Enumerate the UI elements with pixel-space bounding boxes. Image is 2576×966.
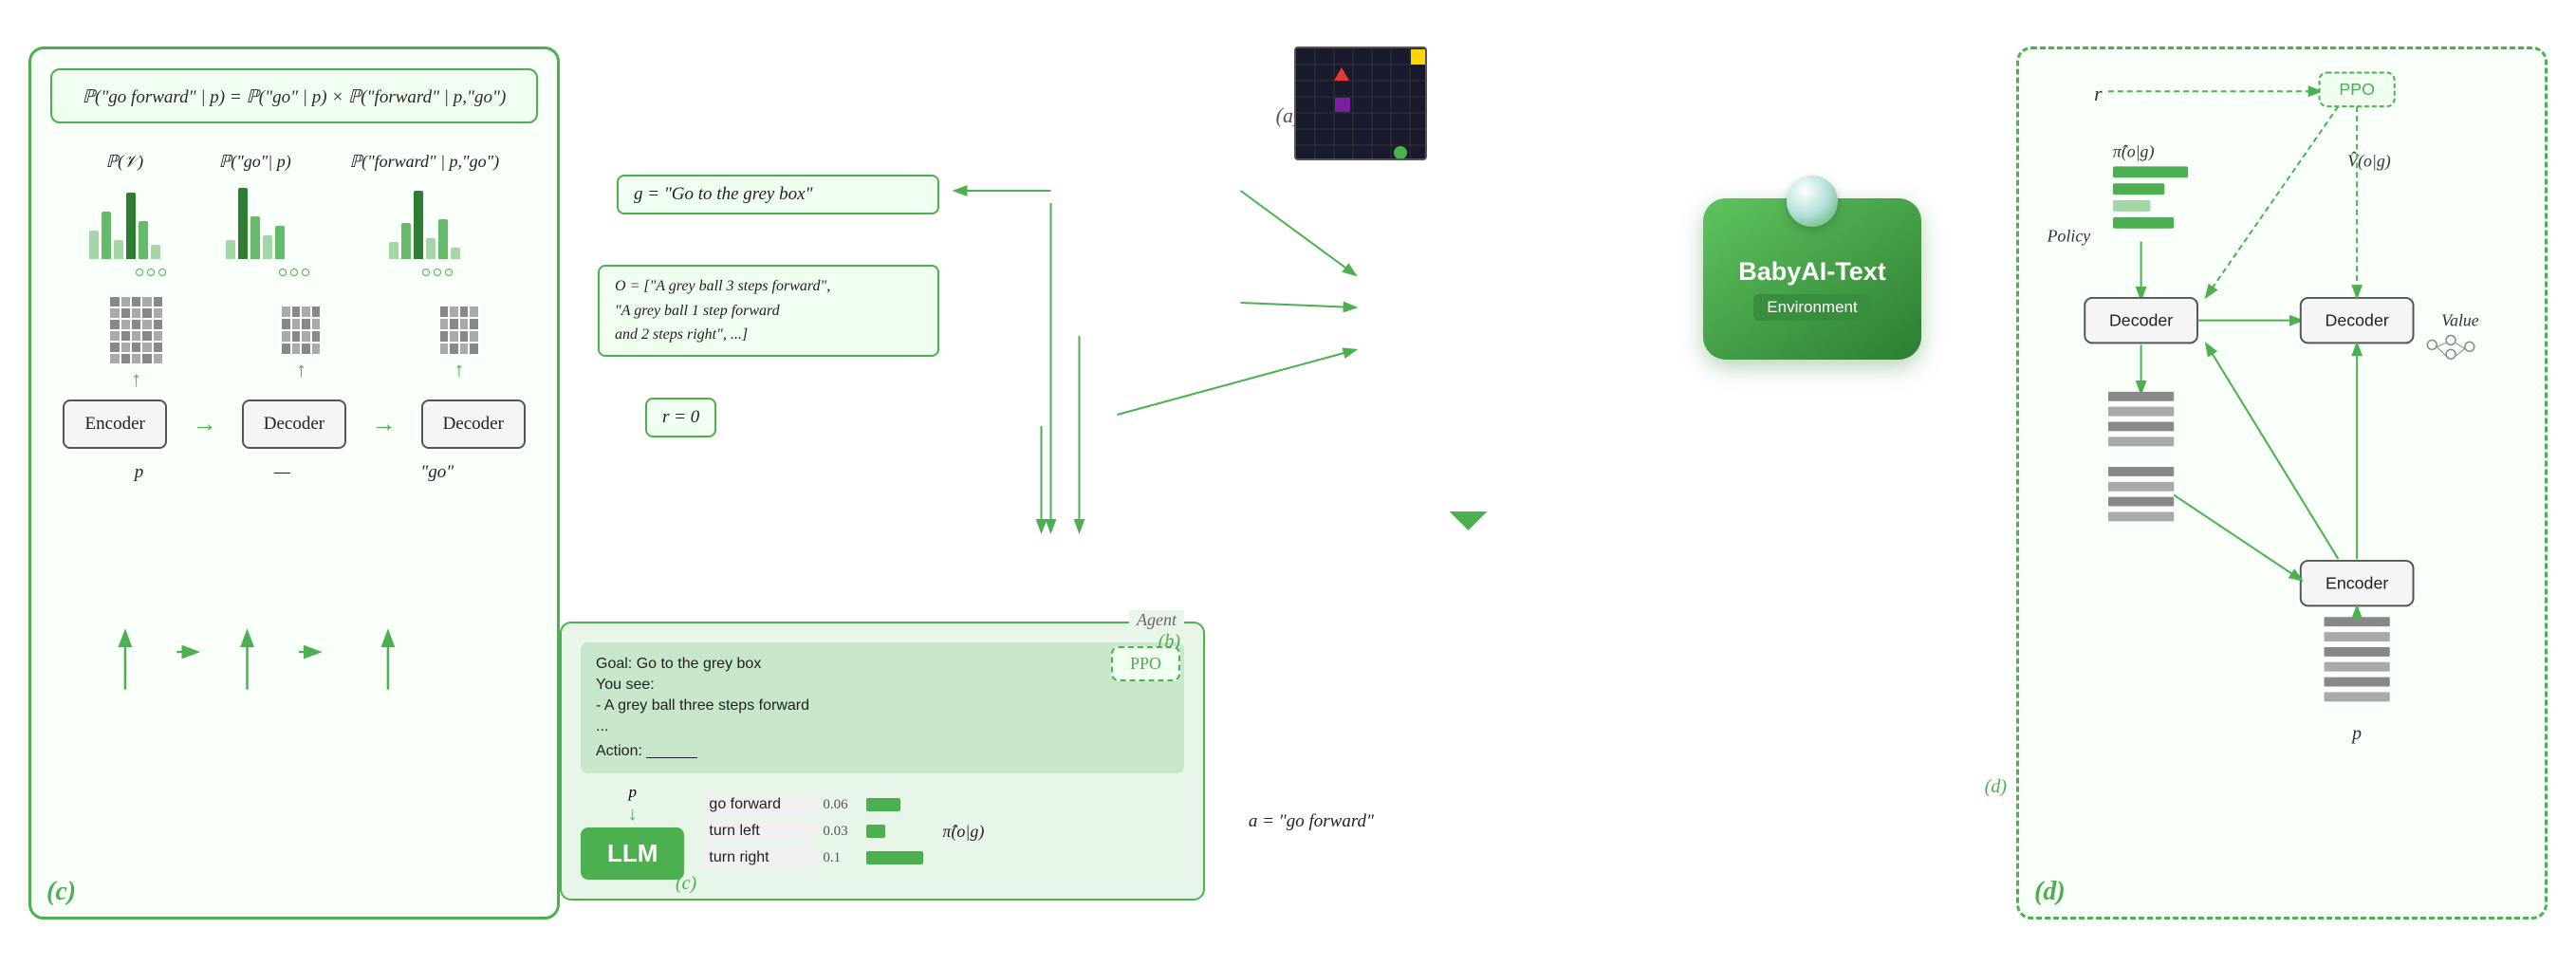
encoder-box-c: Encoder <box>63 399 167 449</box>
svg-text:Policy: Policy <box>2047 227 2091 246</box>
llm-section: p ↓ LLM go forward 0.06 turn left 0.03 <box>581 783 1184 880</box>
pi-og-label: π̂(o|g) <box>942 822 984 842</box>
prob-go-label: ℙ("go"| p) <box>219 152 291 172</box>
agent-action: Action: ______ <box>596 743 1169 760</box>
formula-box: ℙ("go forward" | p) = ℙ("go" | p) × ℙ("f… <box>50 68 538 123</box>
label-c-inner: (c) <box>676 873 696 895</box>
ppo-box-agent: PPO <box>1111 646 1180 681</box>
prob-forward-chart: ℙ("forward" | p,"go") <box>349 152 499 259</box>
o-box: O = ["A grey ball 3 steps forward","A gr… <box>598 265 939 357</box>
go-label-c: "go" <box>420 462 454 483</box>
svg-text:p: p <box>2350 723 2362 744</box>
prob-v-label: ℙ(𝒱) <box>106 152 144 172</box>
svg-text:Value: Value <box>2441 311 2479 330</box>
turn-left-prob: 0.03 <box>823 824 861 840</box>
prob-v-chart: ℙ(𝒱) <box>89 152 160 259</box>
formula-text: ℙ("go forward" | p) = ℙ("go" | p) × ℙ("f… <box>83 87 507 107</box>
turn-right-action: turn right <box>703 847 817 868</box>
prob-forward-label: ℙ("forward" | p,"go") <box>349 152 499 172</box>
o-text: O <box>615 278 626 294</box>
go-forward-prob: 0.06 <box>823 797 861 813</box>
agent-prompt: Goal: Go to the grey box You see: - A gr… <box>581 642 1184 773</box>
decoder-box-c2: Decoder <box>421 399 526 449</box>
section-c: ℙ("go forward" | p) = ℙ("go" | p) × ℙ("f… <box>28 46 560 920</box>
p-label-llm: p <box>628 783 637 802</box>
a-equals-label: a = "go forward" <box>1249 811 1374 832</box>
agent-dots: ... <box>596 718 1169 735</box>
section-d: r PPO π̂(o|g) Policy Decoder <box>2016 46 2548 920</box>
llm-actions: go forward 0.06 turn left 0.03 turn righ… <box>703 794 923 868</box>
turn-right-bar <box>866 851 923 864</box>
go-forward-bar <box>866 798 900 811</box>
svg-text:Encoder: Encoder <box>2326 574 2388 593</box>
svg-text:PPO: PPO <box>2339 80 2375 99</box>
turn-left-action: turn left <box>703 821 817 842</box>
section-c-label: (c) <box>46 877 76 907</box>
turn-left-bar <box>866 825 885 838</box>
r-box: r = 0 <box>645 398 716 437</box>
section-middle: (a) <box>560 46 2016 920</box>
svg-text:r: r <box>2094 83 2103 105</box>
turn-right-prob: 0.1 <box>823 850 861 866</box>
prob-go-chart: ℙ("go"| p) <box>219 152 291 259</box>
g-box: g = "Go to the grey box" <box>617 175 939 214</box>
agent-badge: Agent <box>1129 610 1184 630</box>
svg-text:π̂(o|g): π̂(o|g) <box>2113 142 2155 162</box>
agent-container: Agent (b) Goal: Go to the grey box You s… <box>560 622 1205 901</box>
go-forward-action: go forward <box>703 794 817 815</box>
babyai-text-label: BabyAI-Text <box>1738 256 1886 287</box>
environment-label: Environment <box>1753 294 1870 321</box>
babyai-text-button: BabyAI-Text Environment <box>1703 198 1921 360</box>
agent-observation: - A grey ball three steps forward <box>596 697 1169 715</box>
llm-box: LLM <box>581 827 684 880</box>
label-d-inner: (d) <box>1985 776 2007 798</box>
decoder-box-c1: Decoder <box>242 399 346 449</box>
agent-you-see: You see: <box>596 677 1169 694</box>
svg-text:V̂(o|g): V̂(o|g) <box>2347 151 2390 171</box>
svg-text:Decoder: Decoder <box>2326 311 2389 330</box>
agent-goal: Goal: Go to the grey box <box>596 656 1169 673</box>
section-d-label: (d) <box>2034 877 2066 907</box>
p-label-c: p <box>135 462 144 483</box>
main-container: ℙ("go forward" | p) = ℙ("go" | p) × ℙ("f… <box>0 0 2576 966</box>
minigrid-display <box>1294 46 1427 160</box>
svg-text:Decoder: Decoder <box>2109 311 2173 330</box>
